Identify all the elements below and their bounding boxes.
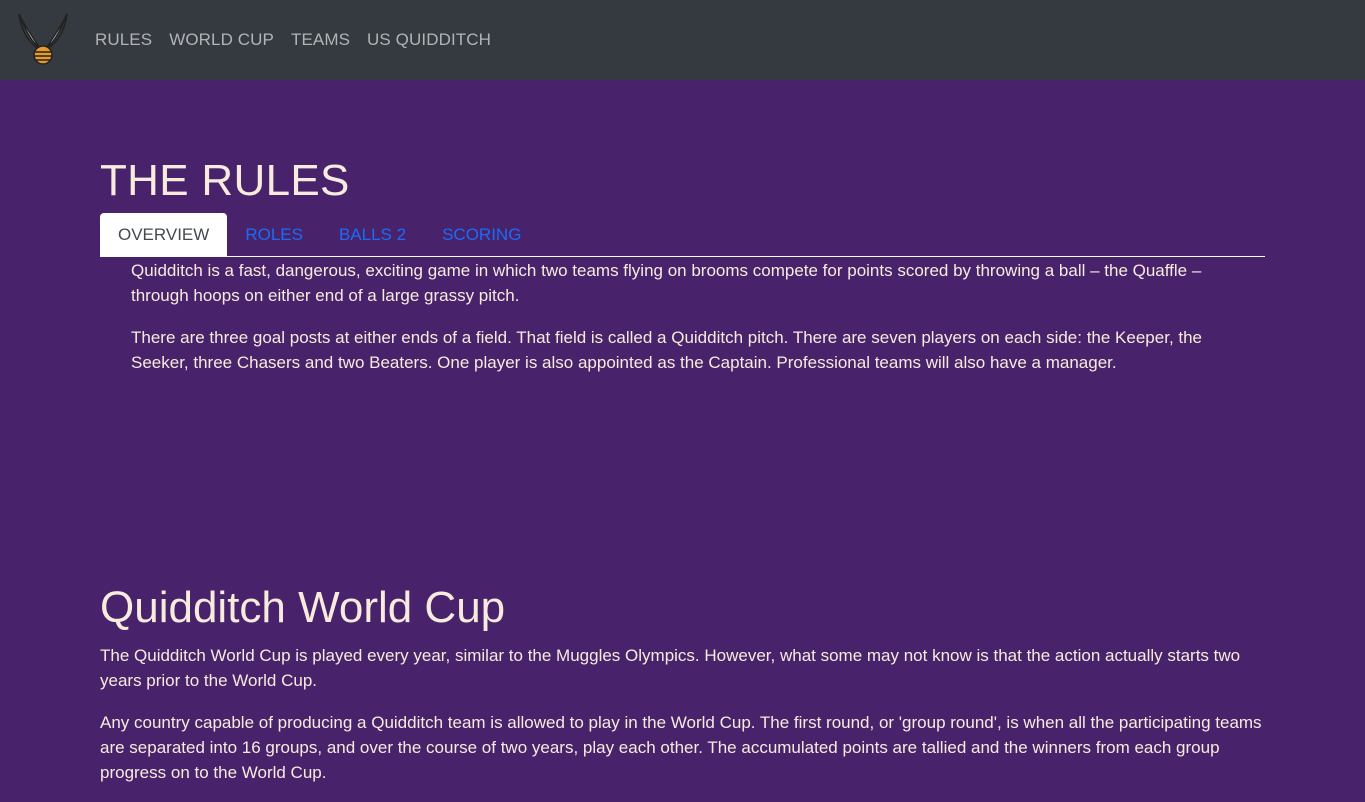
world-cup-body: The Quidditch World Cup is played every … xyxy=(100,643,1265,802)
rules-tabs: OVERVIEW ROLES BALLS 2 SCORING xyxy=(100,213,1265,257)
navbar: RULES WORLD CUP TEAMS US QUIDDITCH xyxy=(0,0,1365,80)
golden-snitch-icon[interactable] xyxy=(15,11,71,67)
tab-roles[interactable]: ROLES xyxy=(227,213,321,256)
rules-title: THE RULES xyxy=(100,156,350,205)
nav-link-us-quidditch[interactable]: US QUIDDITCH xyxy=(367,30,491,50)
tab-balls[interactable]: BALLS 2 xyxy=(321,213,424,256)
world-cup-title: Quidditch World Cup xyxy=(100,583,506,632)
world-cup-paragraph: Any country capable of producing a Quidd… xyxy=(100,713,1262,782)
world-cup-paragraph: The Quidditch World Cup is played every … xyxy=(100,646,1241,690)
overview-panel: Quidditch is a fast, dangerous, exciting… xyxy=(131,258,1241,392)
overview-paragraph: Quidditch is a fast, dangerous, exciting… xyxy=(131,261,1202,305)
tab-scoring[interactable]: SCORING xyxy=(424,213,539,256)
nav-link-teams[interactable]: TEAMS xyxy=(291,30,350,50)
tab-overview[interactable]: OVERVIEW xyxy=(100,213,228,256)
nav-link-rules[interactable]: RULES xyxy=(95,30,152,50)
nav-link-world-cup[interactable]: WORLD CUP xyxy=(169,30,274,50)
nav-links: RULES WORLD CUP TEAMS US QUIDDITCH xyxy=(95,0,508,80)
overview-paragraph: There are three goal posts at either end… xyxy=(131,328,1203,372)
